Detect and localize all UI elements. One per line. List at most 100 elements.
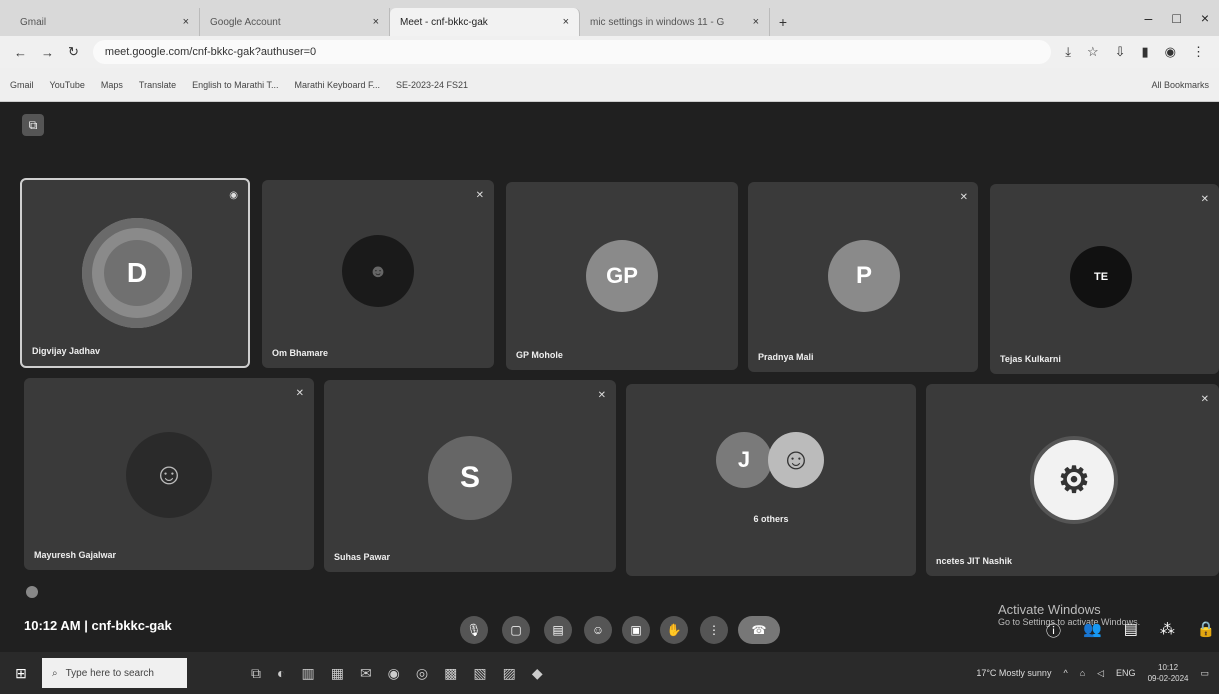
edge-icon[interactable]: ◐ [277,665,285,682]
tab-meet-label: Meet - cnf-bkkc-gak [400,16,488,28]
volume-icon[interactable]: ◁ [1097,668,1104,679]
meeting-code: cnf-bkkc-gak [91,618,172,633]
meet-layout-icon[interactable]: ⧉ [22,114,44,136]
clock[interactable]: 10:12 09-02-2024 [1148,662,1189,684]
profile-icon[interactable]: ◉ [1165,44,1176,60]
excel-icon[interactable]: ▨ [503,665,516,682]
participant-tile[interactable]: P ✕ Pradnya Mali [748,182,978,372]
weather[interactable]: 17°C Mostly sunny [976,668,1051,678]
chat-icon[interactable]: ▤ [1124,620,1138,641]
mic-button[interactable]: 🎙 [460,616,488,644]
tab-gmail[interactable]: Gmail × [10,8,200,36]
participant-tile[interactable]: ☻ ✕ Om Bhamare [262,180,494,368]
windows-taskbar: ⊞ ⌕ Type here to search ⧉ ◐ ▥ ▦ ✉ ◉ ◎ ▩ … [0,652,1219,694]
emoji-button[interactable]: ☺ [584,616,612,644]
chrome-icon[interactable]: ◎ [416,665,428,682]
task-view-icon[interactable]: ⧉ [251,665,261,682]
participant-tile[interactable]: J ☺ 6 others [626,384,916,576]
start-button[interactable]: ⊞ [0,665,42,682]
present-button[interactable]: ▣ [622,616,650,644]
taskbar-search[interactable]: ⌕ Type here to search [42,658,187,688]
participant-tile[interactable]: ⚙ ✕ ncetes JIT Nashik [926,384,1219,576]
word-icon[interactable]: ▧ [473,665,486,682]
close-tab-icon[interactable]: × [373,16,379,28]
network-icon[interactable]: ⌂ [1080,668,1085,678]
download-icon[interactable]: ⤓ [1065,44,1071,60]
close-tab-icon[interactable]: × [563,16,569,28]
bookmark-youtube[interactable]: YouTube [50,80,85,90]
tab-mic-settings-label: mic settings in windows 11 - G [590,16,725,28]
tab-mic-settings[interactable]: mic settings in windows 11 - G × [580,8,770,36]
captions-button[interactable]: ▤ [544,616,572,644]
star-icon[interactable]: ☆ [1087,44,1099,60]
tray-chevron-icon[interactable]: ^ [1063,668,1067,678]
raise-hand-button[interactable]: ✋ [660,616,688,644]
activities-icon[interactable]: ⁂ [1160,620,1175,641]
participant-tile[interactable]: ☺ ✕ Mayuresh Gajalwar [24,378,314,570]
mic-off-icon: ✕ [959,192,968,203]
participant-tile[interactable]: GP GP Mohole [506,182,738,370]
host-controls-icon[interactable]: 🔒 [1197,620,1216,641]
minimize-icon[interactable]: – [1145,10,1153,26]
bookmark-marathi-keyboard[interactable]: Marathi Keyboard F... [294,80,380,90]
bookmark-english-marathi[interactable]: English to Marathi T... [192,80,278,90]
firefox-icon[interactable]: ◉ [388,665,400,682]
drop-icon[interactable]: ◆ [532,665,543,682]
college-logo-icon: ⚙ [1057,459,1091,500]
avatar-initial: D [104,240,170,306]
end-call-button[interactable]: ☎ [738,616,780,644]
mic-off-icon: ✕ [295,388,304,399]
info-icon[interactable]: ⓘ [1046,620,1061,641]
store-icon[interactable]: ▦ [331,665,344,682]
language-indicator[interactable]: ENG [1116,668,1136,678]
mail-icon[interactable]: ✉ [360,665,372,682]
reload-icon[interactable]: ↻ [68,44,79,60]
participant-tile[interactable]: S ✕ Suhas Pawar [324,380,616,572]
people-icon[interactable]: 👥 [1083,620,1102,641]
browser-tab-bar: Gmail × Google Account × Meet - cnf-bkkc-g… [0,0,1219,36]
mic-off-icon: ✕ [597,390,606,401]
url-bar[interactable]: meet.google.com/cnf-bkkc-gak?authuser=0 [92,40,1052,64]
tab-meet[interactable]: Meet - cnf-bkkc-gak × [390,8,580,36]
avatar: TE [1070,246,1132,308]
close-window-icon[interactable]: × [1201,10,1209,26]
tab-google-account[interactable]: Google Account × [200,8,390,36]
file-explorer-icon[interactable]: ▥ [301,665,314,682]
app-icon[interactable]: ▩ [444,665,457,682]
notifications-icon[interactable]: ▭ [1200,668,1209,679]
close-tab-icon[interactable]: × [753,16,759,28]
participant-tile[interactable]: TE ✕ Tejas Kulkarni [990,184,1219,374]
bookmark-gmail[interactable]: Gmail [10,80,34,90]
all-bookmarks[interactable]: All Bookmarks [1151,80,1209,90]
new-tab-button[interactable]: + [770,8,796,36]
maximize-icon[interactable]: □ [1172,10,1180,26]
bookmark-translate[interactable]: Translate [139,80,176,90]
avatar-initial: J [737,447,751,472]
avatar: ☺ [126,432,212,518]
menu-icon[interactable]: ⋮ [1192,44,1205,60]
sidepanel-icon[interactable]: ▮ [1142,44,1149,60]
participant-name: Tejas Kulkarni [1000,354,1061,364]
participant-tile[interactable]: D ◉ Digvijay Jadhav [20,178,250,368]
avatar: J [716,432,772,488]
bookmark-maps[interactable]: Maps [101,80,123,90]
forward-icon[interactable]: → [41,45,54,60]
status-dot-icon [26,586,38,598]
mic-off-icon: ✕ [1200,394,1209,405]
avatar-initial: GP [606,263,638,288]
participant-name: Suhas Pawar [334,552,391,562]
more-options-button[interactable]: ⋮ [700,616,728,644]
participant-name: Om Bhamare [272,348,329,358]
downloads-icon[interactable]: ⇩ [1115,44,1126,60]
search-placeholder: Type here to search [65,667,154,679]
back-icon[interactable]: ← [14,45,27,60]
participant-name: Pradnya Mali [758,352,814,362]
bookmark-se[interactable]: SE-2023-24 FS21 [396,80,468,90]
avatar-initial: P [855,262,872,289]
address-toolbar: ← → ↻ meet.google.com/cnf-bkkc-gak?authu… [0,36,1219,68]
person-icon: ☺ [153,458,185,491]
close-tab-icon[interactable]: × [183,16,189,28]
avatar-initial: S [459,461,480,494]
others-label: 6 others [753,514,789,524]
camera-button[interactable]: ▢ [502,616,530,644]
